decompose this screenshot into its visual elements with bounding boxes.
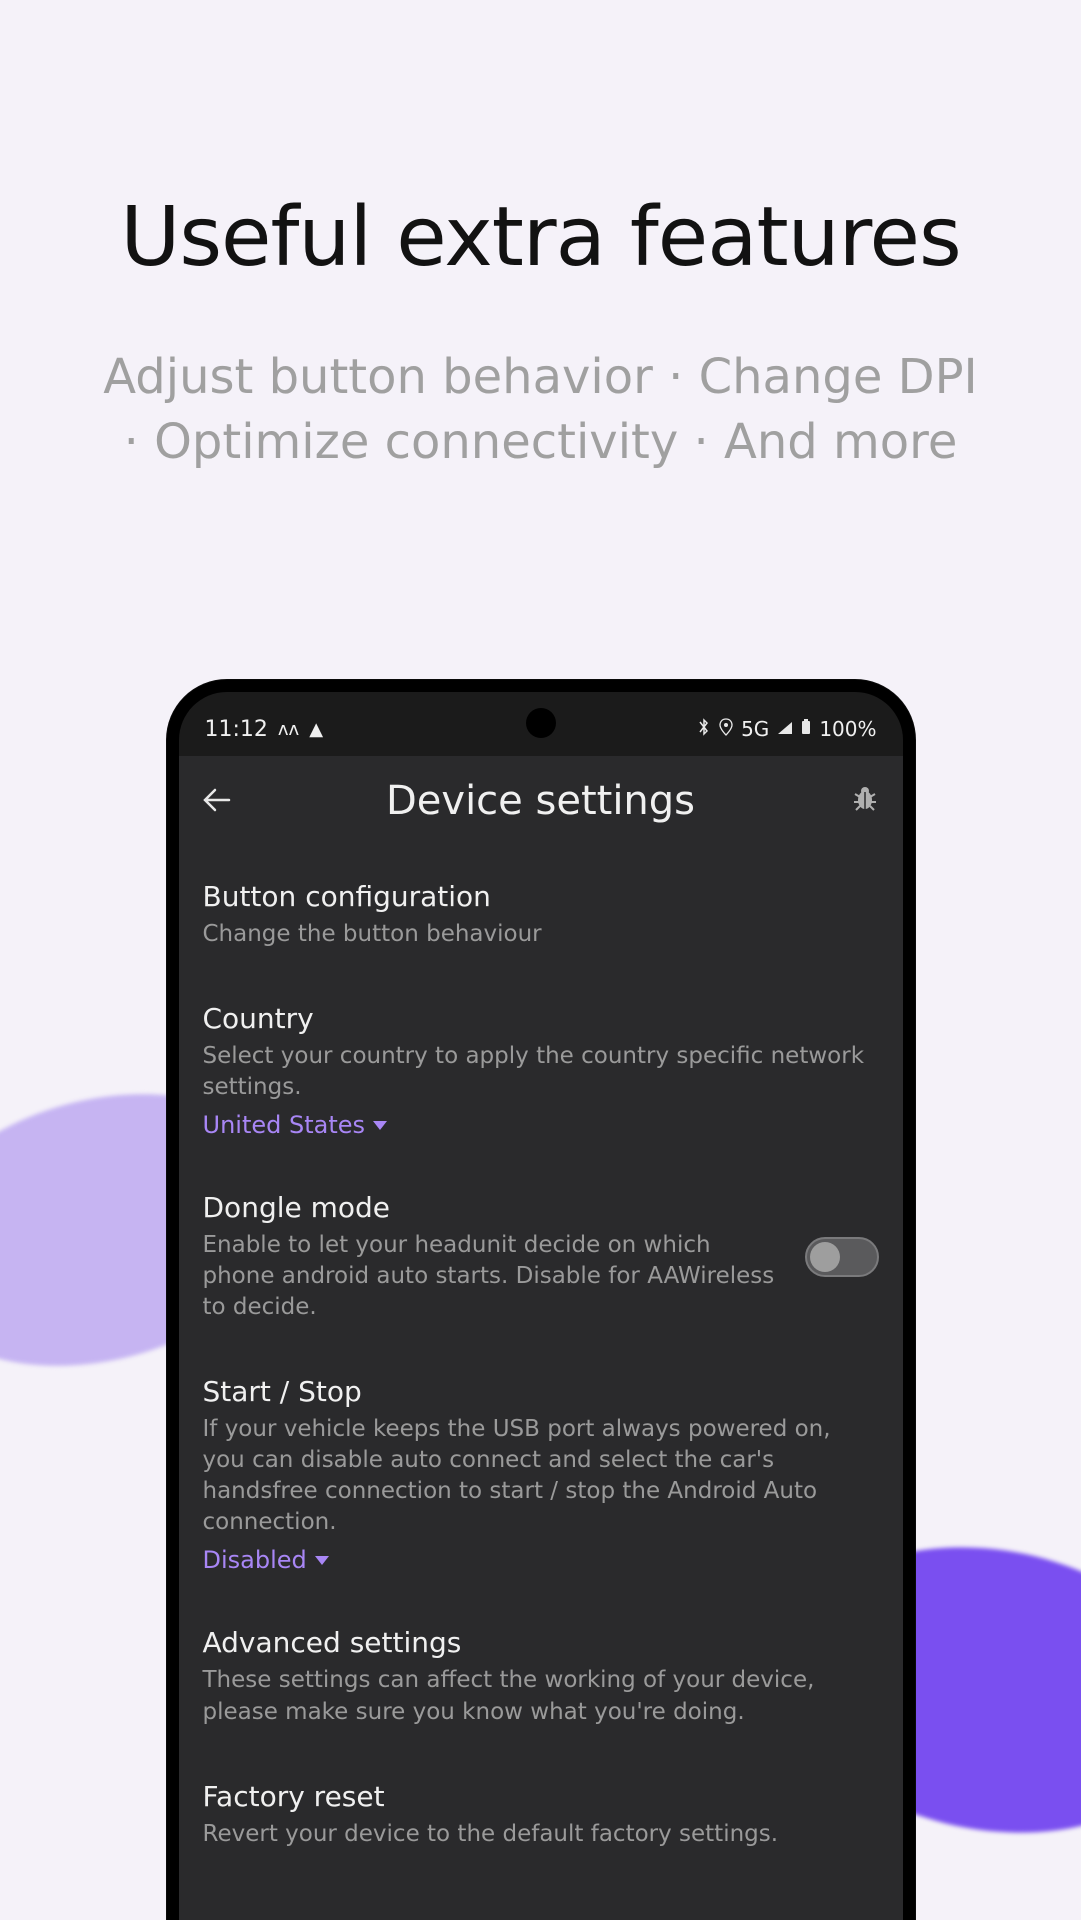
- phone-frame: 11:12 ᴧᴧ ▲ 5G 100%: [167, 680, 915, 1920]
- app-content: Device settings Button configuration Cha…: [179, 756, 903, 1920]
- promo-sub-line1: Adjust button behavior · Change DPI: [0, 345, 1081, 410]
- setting-desc: Revert your device to the default factor…: [203, 1819, 879, 1850]
- phone-screen: 11:12 ᴧᴧ ▲ 5G 100%: [179, 692, 903, 1920]
- signal-icon: [777, 719, 793, 740]
- setting-factory-reset[interactable]: Factory reset Revert your device to the …: [203, 1754, 879, 1876]
- setting-country[interactable]: Country Select your country to apply the…: [203, 976, 879, 1165]
- setting-desc: If your vehicle keeps the USB port alway…: [203, 1414, 879, 1538]
- back-button[interactable]: [203, 781, 243, 821]
- country-dropdown[interactable]: United States: [203, 1111, 388, 1139]
- battery-icon: [801, 719, 811, 740]
- setting-title: Dongle mode: [203, 1191, 785, 1224]
- page-title: Device settings: [386, 778, 695, 824]
- promo-title: Useful extra features: [0, 190, 1081, 285]
- setting-title: Country: [203, 1002, 879, 1035]
- setting-title: Factory reset: [203, 1780, 879, 1813]
- bluetooth-icon: [697, 718, 711, 741]
- dongle-mode-toggle[interactable]: [805, 1237, 879, 1277]
- battery-label: 100%: [819, 717, 876, 741]
- dropdown-label: United States: [203, 1111, 366, 1139]
- promo-subtitle: Adjust button behavior · Change DPI · Op…: [0, 345, 1081, 475]
- setting-title: Advanced settings: [203, 1626, 879, 1659]
- setting-title: Start / Stop: [203, 1375, 879, 1408]
- app-header: Device settings: [203, 756, 879, 854]
- setting-advanced[interactable]: Advanced settings These settings can aff…: [203, 1600, 879, 1753]
- setting-button-configuration[interactable]: Button configuration Change the button b…: [203, 854, 879, 976]
- status-app-icon-1: ᴧᴧ: [278, 719, 299, 740]
- setting-title: Button configuration: [203, 880, 879, 913]
- dropdown-label: Disabled: [203, 1546, 307, 1574]
- setting-desc: These settings can affect the working of…: [203, 1665, 879, 1727]
- chevron-down-icon: [373, 1121, 387, 1130]
- status-right: 5G 100%: [697, 717, 876, 741]
- startstop-dropdown[interactable]: Disabled: [203, 1546, 329, 1574]
- bug-icon[interactable]: [839, 784, 879, 819]
- network-label: 5G: [741, 717, 769, 741]
- setting-desc: Select your country to apply the country…: [203, 1041, 879, 1103]
- setting-dongle-mode: Dongle mode Enable to let your headunit …: [203, 1165, 879, 1349]
- promo-block: Useful extra features Adjust button beha…: [0, 190, 1081, 475]
- status-app-icon-2: ▲: [309, 719, 323, 740]
- toggle-knob: [810, 1242, 840, 1272]
- setting-start-stop[interactable]: Start / Stop If your vehicle keeps the U…: [203, 1349, 879, 1600]
- camera-notch: [526, 708, 556, 738]
- status-left: 11:12 ᴧᴧ ▲: [205, 717, 324, 742]
- promo-sub-line2: · Optimize connectivity · And more: [0, 410, 1081, 475]
- chevron-down-icon: [315, 1556, 329, 1565]
- location-icon: [719, 718, 733, 741]
- setting-desc: Change the button behaviour: [203, 919, 879, 950]
- setting-desc: Enable to let your headunit decide on wh…: [203, 1230, 785, 1323]
- status-time: 11:12: [205, 717, 268, 742]
